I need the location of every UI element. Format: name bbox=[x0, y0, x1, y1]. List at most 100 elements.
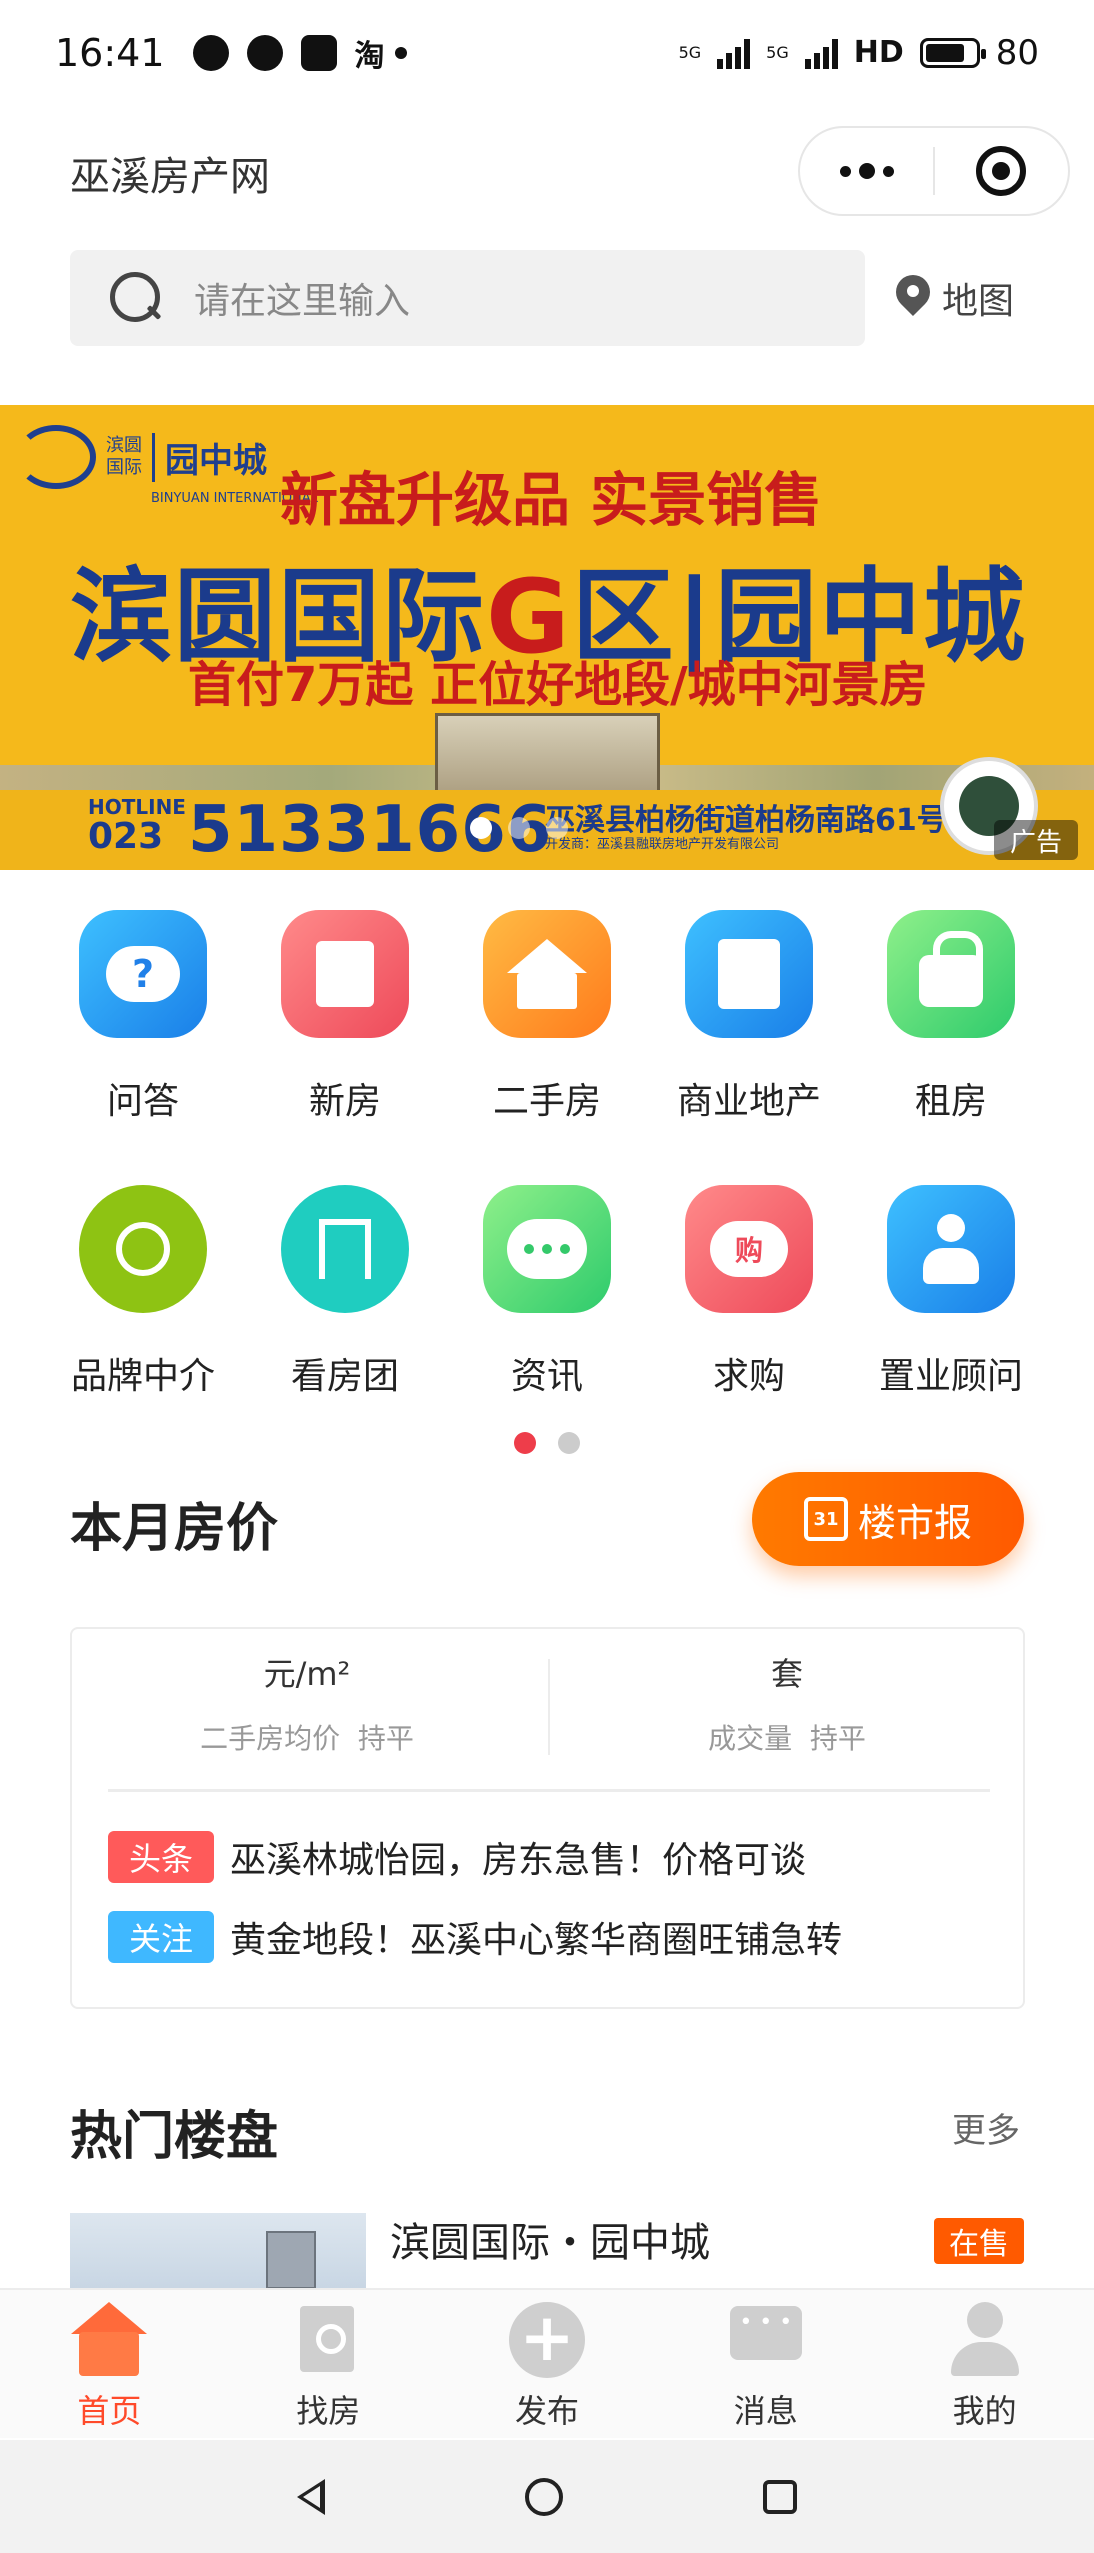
signal-icon bbox=[717, 37, 751, 69]
area-code: 023 bbox=[88, 816, 164, 857]
monthly-price-title: 本月房价 bbox=[70, 1499, 279, 1559]
logo-brand-name: 园中城 bbox=[152, 432, 267, 482]
agent-icon bbox=[79, 1185, 207, 1313]
focus-tag: 关注 bbox=[108, 1911, 214, 1963]
menu-item-second-house[interactable]: 二手房 bbox=[446, 910, 648, 1185]
find-house-icon bbox=[290, 2302, 366, 2378]
chat-app-icon bbox=[246, 34, 283, 71]
ad-tag: 广告 bbox=[994, 820, 1078, 860]
news-text: 巫溪林城怡园，房东急售！价格可谈 bbox=[230, 1840, 807, 1881]
notification-icon bbox=[192, 34, 229, 71]
more-dot-icon bbox=[839, 165, 851, 177]
volume-unit: 套 bbox=[770, 1655, 803, 1693]
avg-price-label: 二手房均价 持平 bbox=[200, 1722, 414, 1755]
tab-home[interactable]: 首页 bbox=[0, 2290, 219, 2438]
tab-messages[interactable]: 消息 bbox=[656, 2290, 875, 2438]
home-circle-icon[interactable] bbox=[525, 2477, 563, 2516]
more-dot-icon bbox=[858, 163, 875, 179]
menu-item-news[interactable]: 资讯 bbox=[446, 1185, 648, 1460]
page-title: 巫溪房产网 bbox=[70, 154, 270, 200]
more-notifications-icon bbox=[394, 46, 407, 59]
hotline-text: HOTLINE bbox=[88, 795, 186, 819]
title-bar: 巫溪房产网 bbox=[0, 118, 1094, 223]
avg-price-unit: 元/m² bbox=[263, 1655, 351, 1693]
volume-label: 成交量 持平 bbox=[708, 1722, 866, 1755]
tab-find-house[interactable]: 找房 bbox=[219, 2290, 438, 2438]
ad-banner[interactable]: 滨圆 国际 园中城 BINYUAN INTERNATIONAL 新盘升级品 实景… bbox=[0, 405, 1094, 870]
menu-item-rent[interactable]: 租房 bbox=[850, 910, 1052, 1185]
banner-indicator bbox=[470, 817, 568, 839]
search-input[interactable]: 请在这里输入 bbox=[70, 250, 865, 346]
signal-icon-2 bbox=[804, 37, 838, 69]
news-text: 黄金地段！巫溪中心繁华商圈旺铺急转 bbox=[230, 1920, 843, 1961]
developer-text: 开发商：巫溪县融联房地产开发有限公司 bbox=[545, 837, 780, 852]
news-item[interactable]: 头条 巫溪林城怡园，房东急售！价格可谈 bbox=[108, 1831, 806, 1883]
question-icon: ? bbox=[79, 910, 207, 1038]
more-link[interactable]: 更多 bbox=[952, 2103, 1020, 2152]
menu-label: 商业地产 bbox=[676, 1081, 821, 1122]
banner-slogan: 新盘升级品 实景销售 bbox=[280, 466, 823, 534]
menu-item-agent[interactable]: 品牌中介 bbox=[42, 1185, 244, 1460]
message-icon bbox=[728, 2302, 804, 2378]
location-pin-icon bbox=[896, 275, 930, 321]
market-report-button[interactable]: 31 楼市报 bbox=[752, 1472, 1024, 1566]
map-label: 地图 bbox=[942, 281, 1015, 322]
menu-item-commercial[interactable]: 商业地产 bbox=[648, 910, 850, 1185]
more-options-button[interactable] bbox=[800, 163, 933, 179]
card-divider bbox=[108, 1789, 990, 1792]
menu-item-buy[interactable]: 购 求购 bbox=[648, 1185, 850, 1460]
menu-item-adviser[interactable]: 置业顾问 bbox=[850, 1185, 1052, 1460]
headline-tag: 头条 bbox=[108, 1831, 214, 1883]
tab-label: 首页 bbox=[77, 2392, 142, 2430]
more-dot-icon bbox=[882, 165, 894, 177]
menu-label: 看房团 bbox=[290, 1356, 399, 1397]
price-card: 元/m² 二手房均价 持平 套 成交量 持平 头条 巫溪林城怡园，房东急售！价格… bbox=[70, 1627, 1025, 2009]
close-miniprogram-button[interactable] bbox=[935, 146, 1068, 196]
flag-icon bbox=[281, 1185, 409, 1313]
tab-post[interactable]: 发布 bbox=[438, 2290, 657, 2438]
rent-icon bbox=[887, 910, 1015, 1038]
status-time: 16:41 bbox=[55, 30, 165, 75]
tab-label: 消息 bbox=[733, 2392, 798, 2430]
column-divider bbox=[548, 1659, 550, 1755]
adviser-icon bbox=[887, 1185, 1015, 1313]
menu-label: 租房 bbox=[914, 1081, 987, 1122]
menu-label: 置业顾问 bbox=[878, 1356, 1023, 1397]
menu-item-qa[interactable]: ? 问答 bbox=[42, 910, 244, 1185]
menu-label: 品牌中介 bbox=[70, 1356, 215, 1397]
taobao-icon: 淘 bbox=[354, 38, 385, 74]
calendar-icon: 31 bbox=[803, 1497, 848, 1541]
category-grid: ? 问答 新房 二手房 商业地产 租房 品牌中介 看房团 资讯 购 求购 置业顾… bbox=[0, 910, 1094, 1460]
banner-subline: 首付7万起 正位好地段/城中河景房 bbox=[188, 657, 928, 713]
search-row: 请在这里输入 地图 bbox=[70, 250, 1030, 346]
map-button[interactable]: 地图 bbox=[896, 250, 1014, 346]
tab-label: 我的 bbox=[952, 2392, 1017, 2430]
user-icon bbox=[947, 2302, 1023, 2378]
menu-label: 新房 bbox=[308, 1081, 381, 1122]
tab-label: 找房 bbox=[296, 2392, 361, 2430]
menu-label: 求购 bbox=[712, 1356, 785, 1397]
system-nav-bar bbox=[0, 2440, 1094, 2553]
volume-column: 套 成交量 持平 bbox=[552, 1649, 1022, 1757]
grid-page-indicator bbox=[514, 1432, 580, 1454]
news-item[interactable]: 关注 黄金地段！巫溪中心繁华商圈旺铺急转 bbox=[108, 1911, 842, 1963]
avg-price-column: 元/m² 二手房均价 持平 bbox=[72, 1649, 542, 1757]
logo-small-text: 滨圆 国际 bbox=[106, 435, 142, 478]
menu-item-tour[interactable]: 看房团 bbox=[244, 1185, 446, 1460]
menu-label: 二手房 bbox=[492, 1081, 601, 1122]
property-thumbnail[interactable] bbox=[70, 2213, 366, 2289]
status-bar: 16:41 淘 5G 5G HD 80 bbox=[0, 0, 1094, 105]
recent-apps-icon[interactable] bbox=[763, 2479, 797, 2514]
search-placeholder: 请在这里输入 bbox=[194, 281, 411, 322]
target-icon bbox=[976, 146, 1027, 196]
menu-label: 资讯 bbox=[510, 1356, 583, 1397]
buy-glyph: 购 bbox=[710, 1221, 788, 1277]
network-label-2: 5G bbox=[766, 43, 789, 62]
tab-me[interactable]: 我的 bbox=[875, 2290, 1094, 2438]
back-icon[interactable] bbox=[297, 2478, 325, 2515]
second-house-icon bbox=[483, 910, 611, 1038]
page-dot bbox=[558, 1432, 580, 1454]
market-report-label: 楼市报 bbox=[857, 1500, 972, 1545]
property-name[interactable]: 滨圆国际・园中城 bbox=[390, 2210, 710, 2268]
menu-item-new-house[interactable]: 新房 bbox=[244, 910, 446, 1185]
